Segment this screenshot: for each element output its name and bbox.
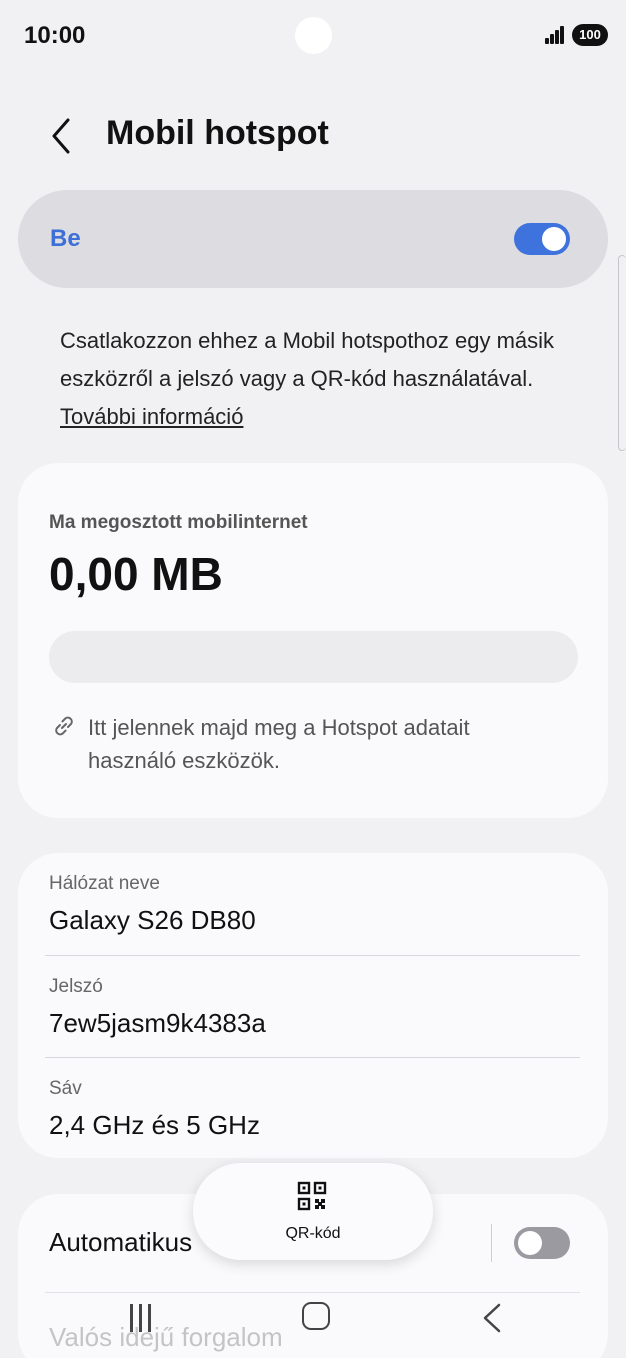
usage-value: 0,00 MB — [49, 548, 223, 600]
scrollbar[interactable] — [618, 255, 626, 451]
switch-knob — [518, 1231, 542, 1255]
status-time: 10:00 — [24, 22, 86, 49]
divider — [45, 1057, 580, 1058]
network-name-value: Galaxy S26 DB80 — [49, 905, 256, 935]
switch-knob — [542, 227, 566, 251]
auto-hotspot-switch[interactable] — [514, 1227, 570, 1259]
qr-code-icon — [297, 1181, 327, 1211]
link-icon — [55, 716, 73, 736]
divider — [45, 955, 580, 956]
usage-label: Ma megosztott mobilinternet — [49, 512, 308, 533]
hotspot-toggle-row[interactable]: Be — [18, 190, 608, 288]
qr-code-button[interactable]: QR-kód — [193, 1163, 433, 1260]
network-info-card: Hálózat neve Galaxy S26 DB80 Jelszó 7ew5… — [18, 853, 608, 1158]
description-text: Csatlakozzon ehhez a Mobil hotspothoz eg… — [60, 328, 555, 391]
home-icon[interactable] — [302, 1302, 330, 1330]
battery-icon: 100 — [572, 24, 608, 46]
usage-bar — [49, 631, 578, 683]
auto-hotspot-label[interactable]: Automatikus — [49, 1227, 192, 1258]
password-label: Jelszó — [49, 976, 103, 997]
status-bar: 10:00 100 — [0, 0, 626, 72]
password-value: 7ew5jasm9k4383a — [49, 1008, 266, 1038]
password-field[interactable]: Jelszó 7ew5jasm9k4383a — [49, 976, 580, 1039]
band-value: 2,4 GHz és 5 GHz — [49, 1110, 260, 1140]
network-name-field[interactable]: Hálózat neve Galaxy S26 DB80 — [49, 873, 580, 936]
front-camera — [295, 17, 332, 54]
nav-back-icon[interactable] — [480, 1302, 504, 1334]
hotspot-switch[interactable] — [514, 223, 570, 255]
more-info-link[interactable]: További információ — [60, 404, 243, 429]
navigation-bar — [0, 1280, 626, 1358]
page-title: Mobil hotspot — [106, 114, 329, 152]
network-name-label: Hálózat neve — [49, 873, 160, 894]
usage-card: Ma megosztott mobilinternet 0,00 MB Itt … — [18, 463, 608, 818]
recent-apps-icon[interactable] — [128, 1304, 154, 1332]
qr-code-label: QR-kód — [285, 1225, 341, 1242]
hotspot-description: Csatlakozzon ehhez a Mobil hotspothoz eg… — [60, 322, 560, 436]
signal-icon — [545, 26, 567, 44]
app-header: Mobil hotspot — [0, 100, 626, 172]
back-arrow-icon[interactable] — [44, 116, 78, 156]
hotspot-toggle-label: Be — [50, 225, 81, 252]
vertical-separator — [491, 1224, 492, 1262]
band-label: Sáv — [49, 1078, 82, 1099]
connected-devices-note: Itt jelennek majd meg a Hotspot adatait … — [88, 715, 470, 773]
band-field[interactable]: Sáv 2,4 GHz és 5 GHz — [49, 1078, 580, 1141]
